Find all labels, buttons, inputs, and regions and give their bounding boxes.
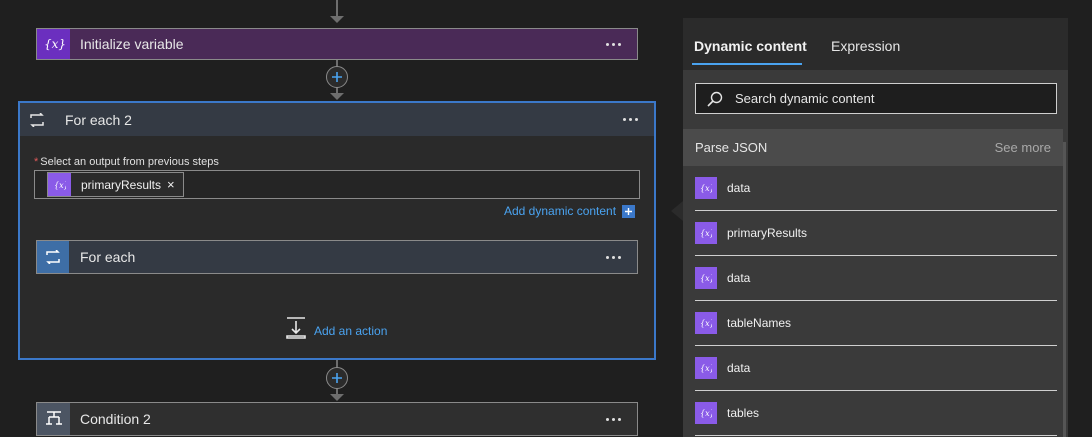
tab-dynamic-content[interactable]: Dynamic content — [694, 38, 807, 54]
token-variable-icon: {x} — [695, 312, 717, 334]
search-placeholder: Search dynamic content — [735, 91, 875, 106]
more-options-button[interactable] — [619, 114, 642, 125]
list-item[interactable]: {x} primaryResults — [695, 211, 1057, 256]
list-item-label: data — [727, 181, 751, 195]
list-item-label: tableNames — [727, 316, 792, 330]
parse-json-section-header: Parse JSON See more — [683, 129, 1063, 166]
dynamic-token[interactable]: {x} primaryResults × — [47, 172, 184, 197]
search-icon — [707, 91, 723, 107]
for-each-2-title: For each 2 — [65, 111, 132, 128]
condition-2-title: Condition 2 — [80, 411, 151, 427]
token-variable-icon: {x} — [48, 173, 71, 196]
token-variable-icon: {x} — [695, 402, 717, 424]
svg-text:{x}: {x} — [700, 184, 712, 193]
dynamic-content-panel: Dynamic content Expression Search dynami… — [683, 18, 1068, 437]
section-title: Parse JSON — [695, 140, 768, 155]
panel-tabs: Dynamic content Expression — [683, 18, 1068, 70]
variable-icon: {x} — [37, 29, 70, 59]
insert-step-button[interactable] — [326, 367, 348, 389]
token-label: primaryResults — [81, 177, 162, 192]
connector-arrow — [330, 16, 344, 23]
tab-expression[interactable]: Expression — [831, 38, 900, 54]
svg-text:{x}: {x} — [700, 319, 712, 328]
list-item[interactable]: {x} data — [695, 166, 1057, 211]
required-marker: * — [34, 156, 39, 168]
token-variable-icon: {x} — [695, 222, 717, 244]
add-action-button[interactable]: Add an action — [286, 317, 387, 344]
for-each-2-scope: For each 2 * Select an output from previo… — [18, 101, 656, 360]
add-dynamic-content-link[interactable]: Add dynamic content — [504, 204, 636, 218]
svg-text:{x}: {x} — [54, 181, 66, 190]
token-variable-icon: {x} — [695, 267, 717, 289]
loop-icon — [37, 241, 69, 273]
dynamic-content-list: {x} data {x} primaryResults {x} data {x}… — [695, 166, 1057, 436]
plus-icon — [622, 204, 636, 218]
token-variable-icon: {x} — [695, 357, 717, 379]
condition-icon — [37, 403, 70, 435]
connector-arrow — [330, 394, 344, 401]
add-action-label: Add an action — [314, 323, 388, 338]
add-dynamic-content-label: Add dynamic content — [504, 204, 617, 218]
svg-text:{x}: {x} — [700, 409, 712, 418]
more-options-button[interactable] — [602, 39, 625, 50]
active-tab-indicator — [692, 63, 802, 65]
add-action-icon — [286, 317, 306, 344]
svg-text:{x}: {x} — [700, 229, 712, 238]
panel-pointer — [671, 201, 683, 221]
field-label: * Select an output from previous steps — [34, 156, 219, 168]
list-item-label: data — [727, 271, 751, 285]
scrollbar[interactable] — [1063, 142, 1066, 437]
panel-body: Search dynamic content Parse JSON See mo… — [683, 70, 1068, 437]
output-select-field[interactable]: {x} primaryResults × — [34, 170, 640, 199]
list-item[interactable]: {x} tableNames — [695, 301, 1057, 346]
list-item[interactable]: {x} data — [695, 346, 1057, 391]
search-input[interactable]: Search dynamic content — [695, 83, 1057, 114]
see-more-link[interactable]: See more — [995, 140, 1051, 155]
list-item[interactable]: {x} data — [695, 256, 1057, 301]
token-variable-icon: {x} — [695, 177, 717, 199]
initialize-variable-title: Initialize variable — [80, 36, 184, 52]
svg-text:{x}: {x} — [700, 274, 712, 283]
insert-step-button[interactable] — [326, 66, 348, 88]
token-remove-button[interactable]: × — [167, 177, 175, 192]
svg-text:{x}: {x} — [44, 37, 65, 51]
inner-for-each-card[interactable]: For each — [36, 240, 638, 274]
loop-icon — [20, 103, 53, 136]
list-item[interactable]: {x} tables — [695, 391, 1057, 436]
list-item-label: data — [727, 361, 751, 375]
initialize-variable-card[interactable]: {x} Initialize variable — [36, 28, 638, 60]
svg-text:{x}: {x} — [700, 364, 712, 373]
list-item-label: primaryResults — [727, 226, 808, 240]
more-options-button[interactable] — [602, 414, 625, 425]
connector-arrow — [330, 93, 344, 100]
more-options-button[interactable] — [602, 252, 625, 263]
condition-2-card[interactable]: Condition 2 — [36, 402, 638, 436]
for-each-2-header[interactable]: For each 2 — [20, 103, 654, 136]
list-item-label: tables — [727, 406, 760, 420]
inner-for-each-title: For each — [80, 249, 136, 265]
